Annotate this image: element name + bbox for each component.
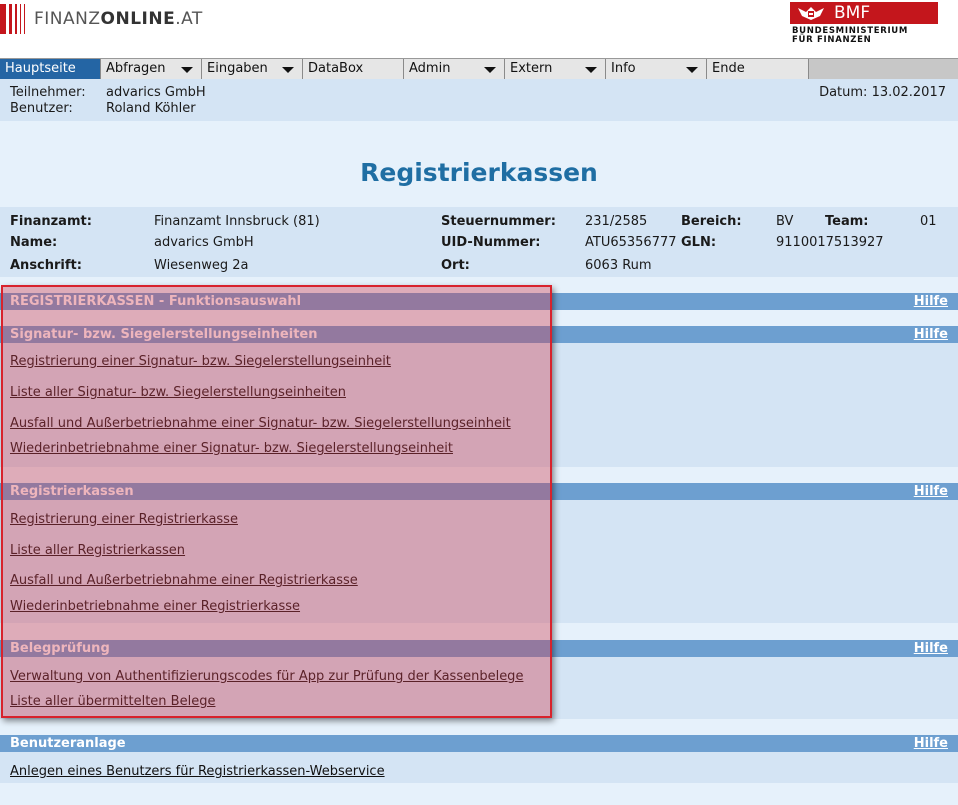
section-users-title: Benutzeranlage	[10, 736, 126, 751]
section-registers-header: Registrierkassen Hilfe	[0, 483, 958, 500]
section-signature-body: Registrierung einer Signatur- bzw. Siege…	[0, 343, 958, 467]
finanzonline-logo[interactable]: FINANZONLINE.AT	[0, 4, 203, 34]
team-label: Team:	[825, 214, 869, 229]
user-value: Roland Köhler	[106, 101, 196, 116]
bmf-line2: FÜR FINANZEN	[792, 35, 872, 45]
nav-databox[interactable]: DataBox	[303, 59, 404, 79]
spacer	[0, 467, 958, 483]
chevron-down-icon	[181, 67, 193, 73]
area-value: BV	[776, 214, 794, 229]
logo-text: FINANZONLINE.AT	[34, 9, 203, 29]
address-label: Anschrift:	[10, 258, 82, 273]
bmf-short: BMF	[834, 3, 871, 23]
link-failure-signature-unit[interactable]: Ausfall und Außerbetriebnahme einer Sign…	[10, 416, 511, 431]
spacer	[0, 310, 958, 326]
spacer	[0, 783, 958, 805]
area-label: Bereich:	[681, 214, 742, 229]
address-value: Wiesenweg 2a	[154, 258, 249, 273]
bmf-banner: BMF	[790, 2, 938, 24]
section-receipts-body: Verwaltung von Authentifizierungscodes f…	[0, 657, 958, 719]
taxpayer-info: Finanzamt: Finanzamt Innsbruck (81) Name…	[0, 207, 958, 277]
date-text: Datum: 13.02.2017	[819, 85, 946, 100]
section-receipts-title: Belegprüfung	[10, 641, 110, 656]
spacer	[0, 719, 958, 735]
spacer	[0, 623, 958, 640]
nav-hauptseite[interactable]: Hauptseite	[0, 59, 101, 79]
nav-abfragen[interactable]: Abfragen	[101, 59, 202, 79]
nav-eingaben[interactable]: Eingaben	[202, 59, 303, 79]
gln-label: GLN:	[681, 235, 717, 250]
link-list-signature-units[interactable]: Liste aller Signatur- bzw. Siegelerstell…	[10, 385, 346, 400]
participant-value: advarics GmbH	[106, 85, 206, 100]
user-info: Teilnehmer: advarics GmbH Benutzer: Rola…	[0, 79, 958, 121]
spacer	[0, 277, 958, 293]
title-area: Registrierkassen	[0, 121, 958, 207]
logo-bars-icon	[0, 4, 28, 34]
name-label: Name:	[10, 235, 58, 250]
eagle-icon	[794, 4, 828, 22]
link-register-cash-register[interactable]: Registrierung einer Registrierkasse	[10, 512, 238, 527]
team-value: 01	[920, 214, 937, 229]
help-link[interactable]: Hilfe	[914, 735, 948, 752]
help-link[interactable]: Hilfe	[914, 640, 948, 657]
link-recommission-signature-unit[interactable]: Wiederinbetriebnahme einer Signatur- bzw…	[10, 441, 453, 456]
link-register-signature-unit[interactable]: Registrierung einer Signatur- bzw. Siege…	[10, 354, 391, 369]
section-users-body: Anlegen eines Benutzers für Registrierka…	[0, 752, 958, 783]
gln-value: 9110017513927	[776, 235, 884, 250]
uid-value: ATU65356777	[585, 235, 677, 250]
section-users-header: Benutzeranlage Hilfe	[0, 735, 958, 752]
page-title: Registrierkassen	[360, 158, 598, 187]
participant-label: Teilnehmer:	[10, 85, 86, 100]
finanzamt-value: Finanzamt Innsbruck (81)	[154, 214, 320, 229]
section-registers-title: Registrierkassen	[10, 484, 134, 499]
help-link[interactable]: Hilfe	[914, 293, 948, 310]
chevron-down-icon	[686, 67, 698, 73]
tax-number-label: Steuernummer:	[441, 214, 556, 229]
section-registers-body: Registrierung einer Registrierkasse List…	[0, 500, 958, 623]
link-recommission-cash-register[interactable]: Wiederinbetriebnahme einer Registrierkas…	[10, 599, 300, 614]
help-link[interactable]: Hilfe	[914, 326, 948, 343]
section-main-header: REGISTRIERKASSEN - Funktionsauswahl Hilf…	[0, 293, 958, 310]
section-receipts-header: Belegprüfung Hilfe	[0, 640, 958, 657]
tax-number-value: 231/2585	[585, 214, 648, 229]
chevron-down-icon	[484, 67, 496, 73]
uid-label: UID-Nummer:	[441, 235, 541, 250]
section-main-title: REGISTRIERKASSEN - Funktionsauswahl	[10, 294, 302, 309]
nav-info[interactable]: Info	[606, 59, 707, 79]
chevron-down-icon	[585, 67, 597, 73]
chevron-down-icon	[282, 67, 294, 73]
page-header: FINANZONLINE.AT BMF BUNDESMINISTERIUM FÜ…	[0, 0, 958, 58]
name-value: advarics GmbH	[154, 235, 254, 250]
nav-ende[interactable]: Ende	[707, 59, 809, 79]
nav-admin[interactable]: Admin	[404, 59, 505, 79]
link-auth-codes[interactable]: Verwaltung von Authentifizierungscodes f…	[10, 669, 523, 684]
bmf-logo[interactable]: BMF BUNDESMINISTERIUM FÜR FINANZEN	[790, 2, 938, 45]
help-link[interactable]: Hilfe	[914, 483, 948, 500]
city-value: 6063 Rum	[585, 258, 652, 273]
finanzamt-label: Finanzamt:	[10, 214, 92, 229]
link-list-receipts[interactable]: Liste aller übermittelten Belege	[10, 694, 215, 709]
user-label: Benutzer:	[10, 101, 73, 116]
link-list-cash-registers[interactable]: Liste aller Registrierkassen	[10, 543, 185, 558]
link-failure-cash-register[interactable]: Ausfall und Außerbetriebnahme einer Regi…	[10, 573, 358, 588]
bmf-name: BUNDESMINISTERIUM FÜR FINANZEN	[790, 27, 938, 45]
nav-extern[interactable]: Extern	[505, 59, 606, 79]
section-signature-title: Signatur- bzw. Siegelerstellungseinheite…	[10, 327, 318, 342]
link-create-webservice-user[interactable]: Anlegen eines Benutzers für Registrierka…	[10, 764, 385, 779]
main-nav: Hauptseite Abfragen Eingaben DataBox Adm…	[0, 58, 958, 79]
section-signature-header: Signatur- bzw. Siegelerstellungseinheite…	[0, 326, 958, 343]
city-label: Ort:	[441, 258, 470, 273]
